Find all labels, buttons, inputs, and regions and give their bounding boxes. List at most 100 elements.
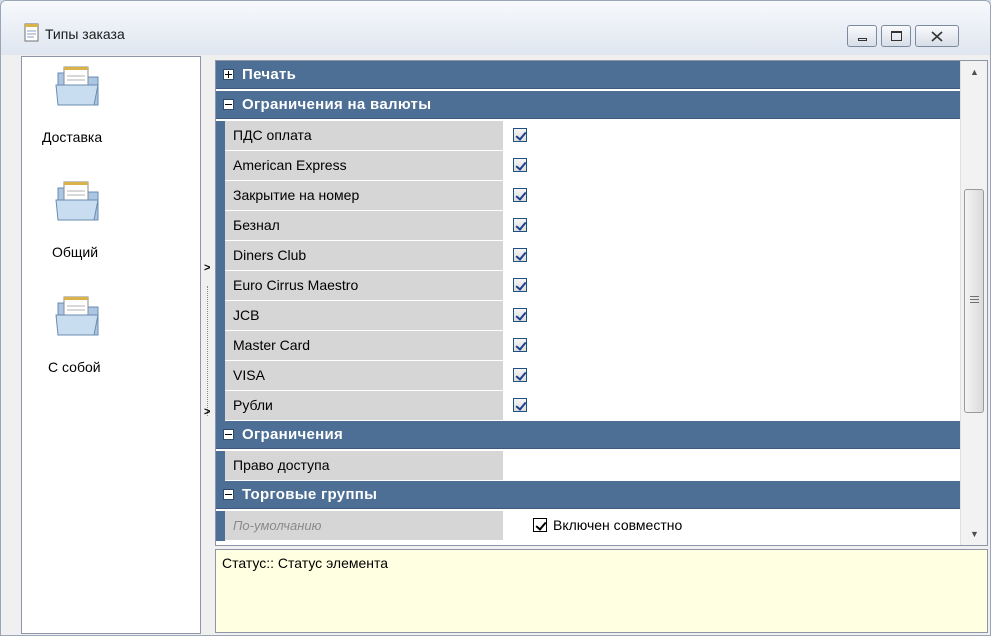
category-label: Торговые группы (242, 486, 378, 503)
checkbox[interactable] (533, 518, 547, 532)
checkbox[interactable] (513, 368, 527, 382)
expand-icon[interactable] (223, 69, 234, 80)
collapse-icon[interactable] (223, 489, 234, 500)
property-row[interactable]: JCB (216, 301, 960, 331)
collapse-icon[interactable] (223, 99, 234, 110)
folder-icon (55, 296, 99, 336)
order-type-list: Доставка Общий С собой (21, 56, 201, 634)
row-gutter (216, 181, 225, 211)
minimize-button[interactable] (847, 25, 877, 47)
checkbox[interactable] (513, 218, 527, 232)
property-row[interactable]: American Express (216, 151, 960, 181)
checkbox[interactable] (513, 128, 527, 142)
property-name: Рубли (225, 391, 504, 420)
property-row[interactable]: Diners Club (216, 241, 960, 271)
folder-icon (55, 66, 99, 106)
close-icon (931, 31, 943, 42)
category-currency-restrictions[interactable]: Ограничения на валюты (216, 91, 960, 119)
checkbox[interactable] (513, 338, 527, 352)
chevron-right-icon[interactable]: > (204, 262, 210, 274)
property-name: Безнал (225, 211, 504, 240)
property-value (505, 331, 960, 360)
property-value (505, 121, 960, 150)
scroll-up-icon[interactable]: ▲ (961, 61, 987, 83)
row-gutter (216, 451, 225, 481)
property-value (505, 301, 960, 330)
category-label: Ограничения на валюты (242, 96, 432, 113)
row-gutter (216, 391, 225, 421)
list-item-takeaway[interactable]: С собой (22, 293, 200, 403)
property-value (505, 181, 960, 210)
collapse-icon[interactable] (223, 429, 234, 440)
status-panel: Статус:: Статус элемента (215, 549, 988, 633)
row-gutter (216, 241, 225, 271)
property-name: Право доступа (225, 451, 504, 480)
property-name: ПДС оплата (225, 121, 504, 150)
list-item-label: Общий (52, 244, 99, 260)
category-trade-groups[interactable]: Торговые группы (216, 481, 960, 509)
row-gutter (216, 211, 225, 241)
checkbox[interactable] (513, 188, 527, 202)
status-text: Статус:: Статус элемента (222, 555, 389, 571)
property-name: JCB (225, 301, 504, 330)
checkbox[interactable] (513, 158, 527, 172)
scroll-down-icon[interactable]: ▼ (961, 523, 987, 545)
property-name: Diners Club (225, 241, 504, 270)
minimize-icon (858, 38, 867, 41)
property-row-default[interactable]: По-умолчанию Включен совместно (216, 511, 960, 541)
row-gutter (216, 361, 225, 391)
panel-splitter[interactable]: > > (202, 56, 215, 634)
title-bar[interactable]: Типы заказа (1, 1, 990, 55)
property-row[interactable]: Master Card (216, 331, 960, 361)
notepad-icon (24, 23, 39, 42)
category-print[interactable]: Печать (216, 61, 960, 89)
property-name: Euro Cirrus Maestro (225, 271, 504, 300)
restore-button[interactable] (881, 25, 911, 47)
vertical-scrollbar[interactable]: ▲ ▼ (960, 61, 987, 545)
scroll-thumb[interactable] (964, 189, 984, 413)
property-value (505, 391, 960, 420)
checkbox-label: Включен совместно (553, 517, 683, 533)
checkbox[interactable] (513, 248, 527, 262)
property-row[interactable]: ПДС оплата (216, 121, 960, 151)
category-label: Ограничения (242, 426, 344, 443)
folder-icon (55, 181, 99, 221)
list-item-delivery[interactable]: Доставка (22, 63, 200, 173)
checkbox[interactable] (513, 398, 527, 412)
property-row[interactable]: Euro Cirrus Maestro (216, 271, 960, 301)
restore-icon (891, 31, 902, 41)
property-value: Включен совместно (505, 511, 960, 540)
property-row[interactable]: Безнал (216, 211, 960, 241)
window-title: Типы заказа (45, 26, 125, 42)
property-name: По-умолчанию (225, 511, 504, 540)
row-gutter (216, 301, 225, 331)
list-item-label: С собой (48, 359, 101, 375)
row-gutter (216, 511, 225, 541)
grip-icon (970, 296, 979, 303)
chevron-right-icon[interactable]: > (204, 406, 210, 418)
property-value (505, 361, 960, 390)
list-item-general[interactable]: Общий (22, 178, 200, 288)
row-gutter (216, 271, 225, 301)
property-value (505, 271, 960, 300)
row-gutter (216, 151, 225, 181)
checkbox[interactable] (513, 278, 527, 292)
splitter-grip (207, 286, 209, 416)
property-value[interactable] (505, 451, 960, 480)
order-types-window: Типы заказа Доставка Общий С собой > > П… (0, 0, 991, 636)
row-gutter (216, 331, 225, 361)
property-row[interactable]: Закрытие на номер (216, 181, 960, 211)
property-row[interactable]: Рубли (216, 391, 960, 421)
property-value (505, 241, 960, 270)
property-name: Master Card (225, 331, 504, 360)
property-row[interactable]: VISA (216, 361, 960, 391)
property-row-access[interactable]: Право доступа (216, 451, 960, 481)
close-button[interactable] (915, 25, 959, 47)
property-value (505, 151, 960, 180)
property-grid: Печать Ограничения на валюты ПДС оплата … (215, 60, 988, 546)
checkbox[interactable] (513, 308, 527, 322)
property-name: Закрытие на номер (225, 181, 504, 210)
property-name: VISA (225, 361, 504, 390)
row-gutter (216, 121, 225, 151)
category-restrictions[interactable]: Ограничения (216, 421, 960, 449)
